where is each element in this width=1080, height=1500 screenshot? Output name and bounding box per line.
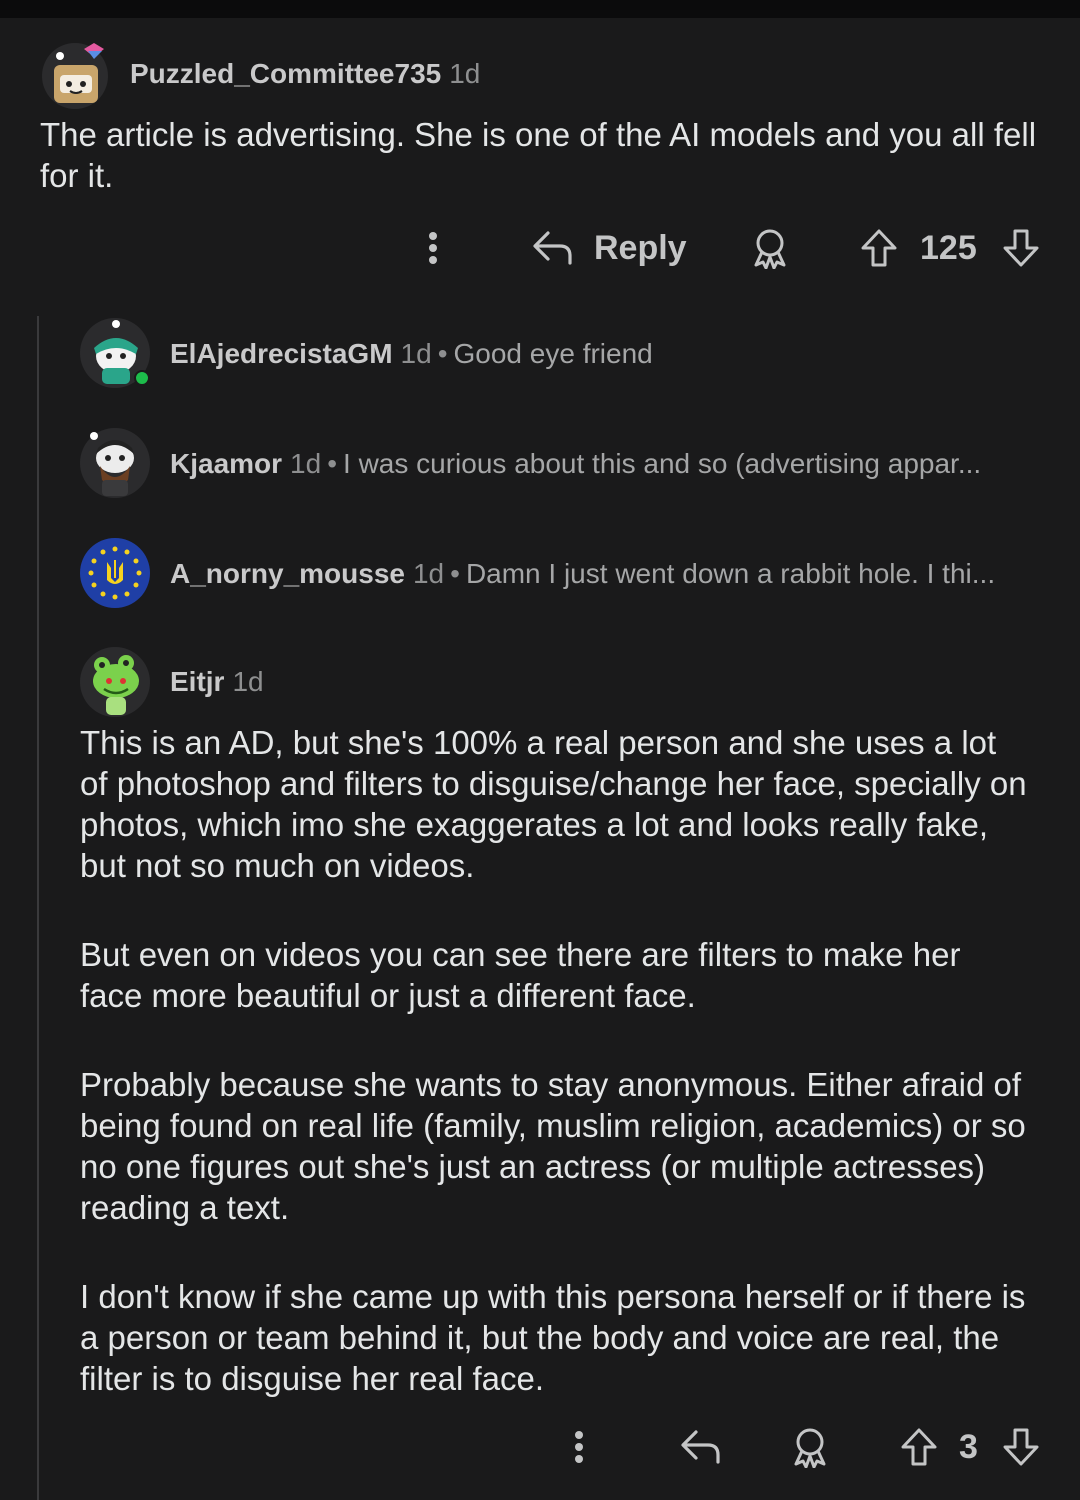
username[interactable]: Puzzled_Committee735 (130, 58, 441, 89)
award-icon (754, 229, 786, 269)
reply-paragraph: Probably because she wants to stay anony… (80, 1066, 1026, 1226)
separator: • (327, 448, 338, 479)
reply-label: Reply (594, 228, 687, 267)
award-icon (794, 1428, 826, 1468)
avatar-a-norny-mousse[interactable] (80, 538, 150, 608)
reply-preview[interactable]: Damn I just went down a rabbit hole. I t… (466, 558, 995, 589)
snoo-avatar-icon (42, 43, 108, 109)
score: 3 (959, 1427, 978, 1466)
reply-preview[interactable]: I was curious about this and so (adverti… (343, 448, 981, 479)
upvote-button[interactable] (900, 1417, 938, 1477)
downvote-button[interactable] (1002, 1417, 1040, 1477)
comment-actions: Reply 125 (0, 218, 1080, 278)
status-bar-strip (0, 0, 1080, 18)
comment-text: The article is advertising. She is one o… (40, 116, 1037, 194)
reply-meta: Kjaamor 1d • I was curious about this and s… (170, 448, 981, 480)
frog-snoo-avatar-icon (80, 647, 150, 717)
avatar-elajedrecista[interactable] (80, 318, 150, 388)
separator: • (450, 558, 460, 589)
reply-body: This is an AD, but she's 100% a real per… (80, 722, 1030, 1399)
username[interactable]: Eitjr (170, 666, 224, 697)
timestamp: 1d (412, 558, 445, 589)
username[interactable]: A_norny_mousse (170, 558, 405, 589)
reply-button[interactable] (680, 1417, 722, 1477)
eu-ukraine-flag-avatar-icon (80, 538, 150, 608)
downvote-button[interactable] (1002, 218, 1040, 278)
award-button[interactable] (750, 218, 790, 278)
more-options-button[interactable] (418, 218, 448, 278)
score: 125 (920, 228, 977, 267)
thread-line[interactable] (37, 316, 39, 1500)
reply-preview[interactable]: Good eye friend (454, 338, 653, 369)
reply-paragraph: But even on videos you can see there are… (80, 936, 961, 1014)
reply-meta: A_norny_mousse 1d • Damn I just went down a… (170, 558, 995, 590)
comment-body: The article is advertising. She is one o… (40, 114, 1040, 196)
username[interactable]: ElAjedrecistaGM (170, 338, 393, 369)
reply-meta: Eitjr 1d (170, 666, 264, 698)
upvote-icon (901, 1428, 937, 1466)
avatar-kjaamor[interactable] (80, 428, 150, 498)
reply-arrow-icon (533, 231, 572, 265)
avatar-puzzled[interactable] (40, 39, 110, 109)
downvote-icon (1003, 1428, 1039, 1466)
upvote-icon (861, 229, 897, 267)
snoo-avatar-icon (80, 428, 150, 498)
more-vertical-icon (575, 1431, 583, 1463)
timestamp: 1d (290, 448, 322, 479)
more-vertical-icon (429, 232, 437, 264)
more-options-button[interactable] (564, 1417, 594, 1477)
reply-arrow-icon (681, 1430, 720, 1464)
separator: • (437, 338, 448, 369)
upvote-button[interactable] (860, 218, 898, 278)
reply-actions: 3 (0, 1417, 1080, 1477)
vote-count: 3 (959, 1417, 978, 1477)
timestamp: 1d (449, 58, 481, 89)
timestamp: 1d (400, 338, 432, 369)
reply-button[interactable]: Reply (532, 218, 687, 278)
comment-meta: Puzzled_Committee735 1d (130, 58, 480, 90)
avatar-eitjr[interactable] (80, 647, 150, 717)
username[interactable]: Kjaamor (170, 448, 282, 479)
vote-count: 125 (920, 218, 977, 278)
reply-paragraph: This is an AD, but she's 100% a real per… (80, 724, 1027, 884)
award-button[interactable] (790, 1417, 830, 1477)
downvote-icon (1003, 229, 1039, 267)
timestamp: 1d (232, 666, 264, 697)
reply-meta: ElAjedrecistaGM 1d • Good eye friend (170, 338, 653, 370)
reply-paragraph: I don't know if she came up with this pe… (80, 1278, 1026, 1397)
online-indicator (134, 370, 150, 386)
